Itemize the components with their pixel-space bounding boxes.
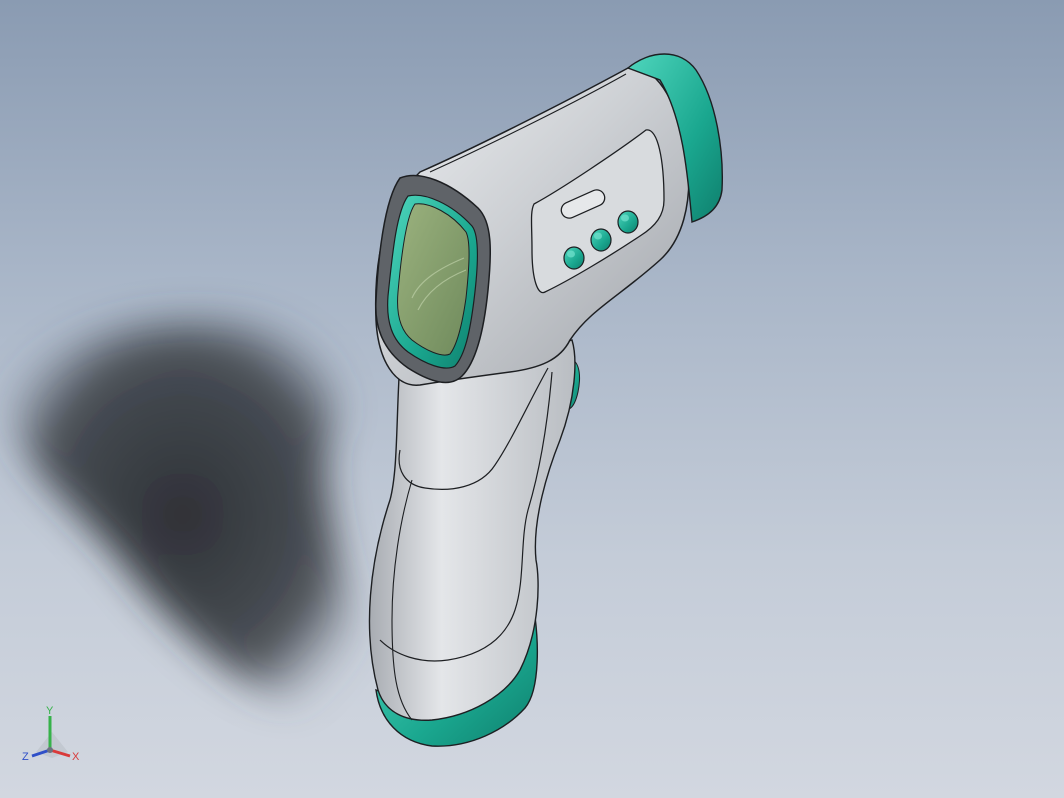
button-right[interactable] [617,210,639,234]
orientation-triad[interactable]: Y X Z [22,705,80,763]
triad-x-label: X [72,751,80,763]
triad-origin [47,747,53,753]
triad-y-label: Y [46,705,54,717]
3d-viewport[interactable]: Y X Z [0,0,1064,798]
lcd-screen [397,203,470,356]
button-middle[interactable] [590,228,612,252]
model-scene[interactable]: Y X Z [0,0,1064,798]
button-left[interactable] [563,246,585,270]
model-shadow [8,317,357,712]
triad-z-label: Z [22,751,29,763]
